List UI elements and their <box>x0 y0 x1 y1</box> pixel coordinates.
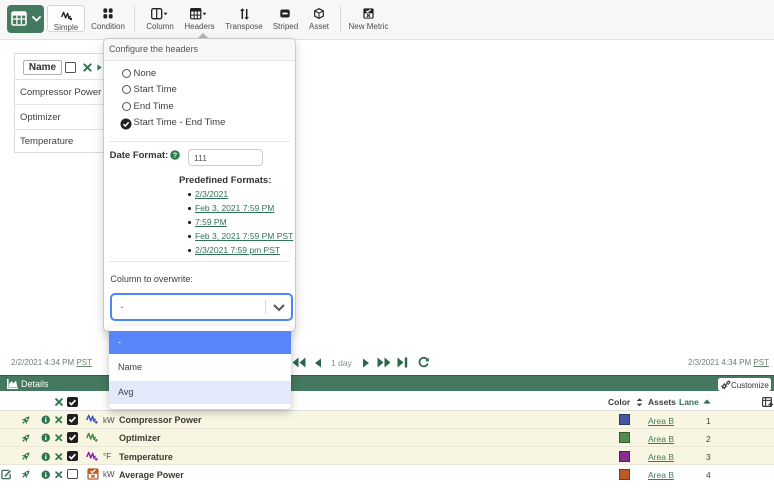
svg-text:?: ? <box>173 153 177 160</box>
